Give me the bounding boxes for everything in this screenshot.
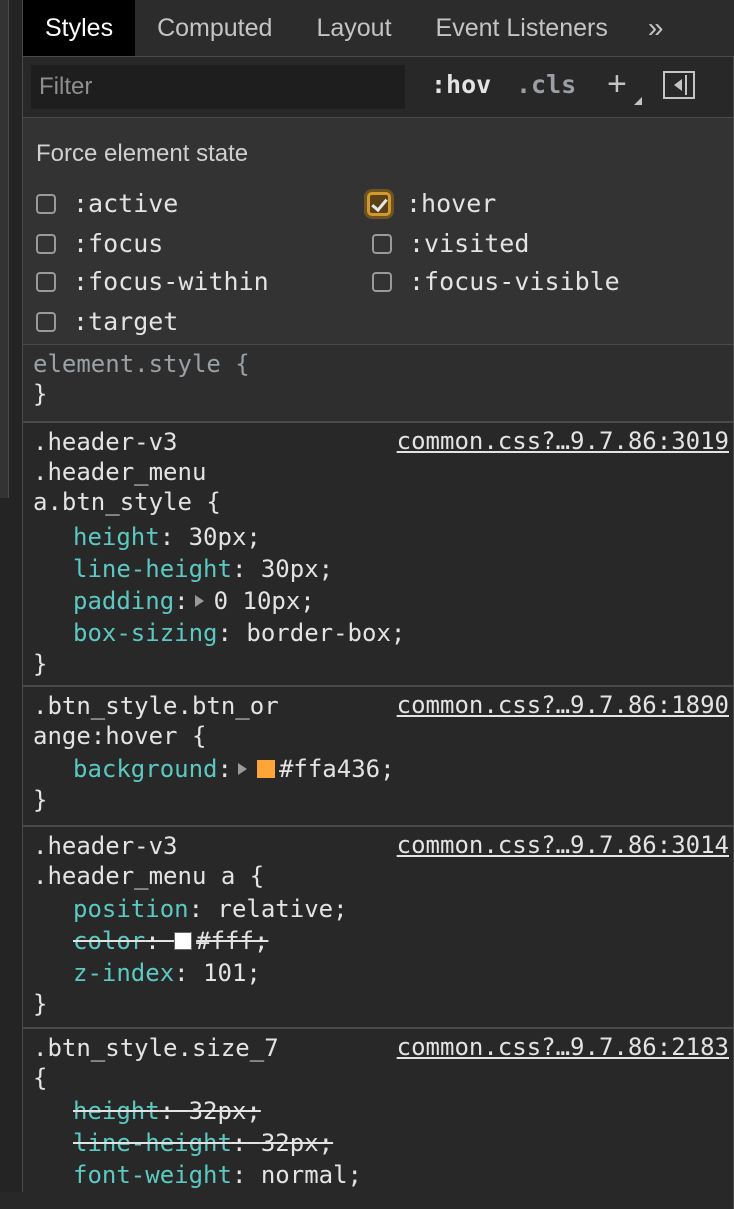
property-value[interactable]: 30px; — [261, 554, 333, 584]
state-target-label: :target — [73, 307, 179, 336]
state-target-checkbox[interactable] — [36, 311, 56, 332]
rule-close-brace: } — [33, 990, 48, 1018]
rule-selector-line: ange:hover { — [33, 722, 207, 750]
rule-selector-line: { — [33, 1064, 48, 1092]
state-focus-within-checkbox[interactable] — [36, 271, 56, 292]
state-focus-within-label: :focus-within — [73, 267, 269, 296]
declaration[interactable]: height: 30px; — [23, 521, 733, 553]
state-visited-label: :visited — [409, 229, 530, 258]
tab-layout[interactable]: Layout — [294, 0, 413, 56]
declaration[interactable]: font-weight: normal; — [23, 1159, 733, 1191]
rule-btn-orange-hover[interactable]: common.css?…9.7.86:1890 .btn_style.btn_o… — [23, 687, 734, 827]
expand-arrow-icon[interactable] — [237, 763, 247, 775]
force-state-title: Force element state — [36, 140, 249, 167]
state-visited-checkbox[interactable] — [372, 233, 392, 254]
state-active-checkbox[interactable] — [36, 193, 56, 214]
rule-selector-line: .header_menu — [33, 458, 207, 486]
declaration-overridden[interactable]: height: 32px; — [23, 1095, 733, 1127]
state-hover-label: :hover — [406, 189, 497, 218]
rule-source-link[interactable]: common.css?…9.7.86:3014 — [397, 830, 729, 860]
rule-selector-line: a.btn_style { — [33, 488, 221, 516]
property-value[interactable]: #fff; — [196, 926, 268, 956]
state-focus[interactable]: :focus — [36, 229, 163, 258]
property-value[interactable]: #ffa436; — [279, 754, 395, 784]
rule-close-brace: } — [33, 786, 48, 814]
property-name[interactable]: height — [73, 1096, 160, 1126]
rule-header-menu-a[interactable]: common.css?…9.7.86:3014 .header-v3 .head… — [23, 827, 734, 1029]
more-tabs-icon[interactable]: » — [630, 0, 690, 56]
declaration[interactable]: position: relative; — [23, 893, 733, 925]
rule-close-brace: } — [33, 650, 48, 678]
hov-toggle-button[interactable]: :hov — [431, 70, 491, 99]
state-focus-visible-label: :focus-visible — [409, 267, 620, 296]
new-style-rule-button[interactable]: + — [607, 65, 627, 104]
property-value[interactable]: 0 10px; — [214, 586, 315, 616]
state-focus-within[interactable]: :focus-within — [36, 267, 269, 296]
declaration-overridden[interactable]: color: #fff; — [23, 925, 733, 957]
styles-pane: Styles Computed Layout Event Listeners »… — [23, 0, 734, 1209]
state-focus-checkbox[interactable] — [36, 233, 56, 254]
force-element-state-panel: Force element state :active :hover :focu… — [23, 118, 734, 345]
declaration[interactable]: padding:0 10px; — [23, 585, 733, 617]
rule-close-brace: } — [33, 380, 48, 408]
state-focus-visible-checkbox[interactable] — [372, 271, 392, 292]
property-name[interactable]: padding — [73, 586, 174, 616]
state-active[interactable]: :active — [36, 189, 178, 218]
rule-header-menu-btn-style[interactable]: common.css?…9.7.86:3019 .header-v3 .head… — [23, 423, 734, 687]
declaration[interactable]: box-sizing: border-box; — [23, 617, 733, 649]
state-visited[interactable]: :visited — [372, 229, 529, 258]
rule-source-link[interactable]: common.css?…9.7.86:1890 — [397, 690, 729, 720]
color-swatch-icon[interactable] — [256, 760, 275, 778]
state-target[interactable]: :target — [36, 307, 178, 336]
rule-source-link[interactable]: common.css?…9.7.86:3019 — [397, 426, 729, 456]
declaration[interactable]: background: #ffa436; — [23, 753, 733, 785]
toggle-sidebar-icon[interactable] — [663, 71, 695, 99]
state-active-label: :active — [73, 189, 179, 218]
property-value[interactable]: relative; — [218, 894, 348, 924]
tab-event-listeners[interactable]: Event Listeners — [414, 0, 630, 56]
state-focus-visible[interactable]: :focus-visible — [372, 267, 620, 296]
property-name[interactable]: line-height — [73, 1128, 232, 1158]
property-name[interactable]: z-index — [73, 958, 174, 988]
rule-btn-style-size-7[interactable]: common.css?…9.7.86:2183 .btn_style.size_… — [23, 1029, 734, 1209]
property-value[interactable]: border-box; — [246, 618, 405, 648]
declaration-overridden[interactable]: line-height: 32px; — [23, 1127, 733, 1159]
left-gutter — [0, 0, 23, 1192]
rule-selector-line: .header_menu a { — [33, 862, 265, 890]
rule-selector: element.style { — [33, 350, 250, 378]
property-value[interactable]: 30px; — [189, 522, 261, 552]
property-name[interactable]: line-height — [73, 554, 232, 584]
tab-styles[interactable]: Styles — [23, 0, 136, 56]
state-hover-checkbox[interactable] — [367, 191, 391, 216]
new-rule-menu-corner-icon[interactable] — [634, 97, 642, 105]
filter-input[interactable]: Filter — [31, 65, 405, 109]
color-swatch-icon[interactable] — [174, 932, 193, 950]
filter-bar: Filter :hov .cls + — [23, 57, 734, 118]
declaration[interactable]: line-height: 30px; — [23, 553, 733, 585]
declaration[interactable]: z-index: 101; — [23, 957, 733, 989]
property-value[interactable]: 32px; — [261, 1128, 333, 1158]
property-name[interactable]: box-sizing — [73, 618, 218, 648]
tab-computed[interactable]: Computed — [135, 0, 294, 56]
expand-arrow-icon[interactable] — [194, 595, 204, 607]
property-value[interactable]: 101; — [203, 958, 261, 988]
cls-toggle-button[interactable]: .cls — [516, 70, 576, 99]
property-name[interactable]: height — [73, 522, 160, 552]
gutter-panel-edge — [0, 0, 9, 498]
property-name[interactable]: font-weight — [73, 1160, 232, 1190]
property-name[interactable]: background — [73, 754, 218, 784]
rule-source-link[interactable]: common.css?…9.7.86:2183 — [397, 1032, 729, 1062]
state-focus-label: :focus — [73, 229, 164, 258]
rule-element-style[interactable]: element.style { } — [23, 345, 734, 423]
property-name[interactable]: color — [73, 926, 145, 956]
property-name[interactable]: position — [73, 894, 189, 924]
property-value[interactable]: 32px; — [189, 1096, 261, 1126]
state-hover[interactable]: :hover — [367, 189, 497, 218]
tab-bar: Styles Computed Layout Event Listeners » — [23, 0, 734, 57]
property-value[interactable]: normal; — [261, 1160, 362, 1190]
